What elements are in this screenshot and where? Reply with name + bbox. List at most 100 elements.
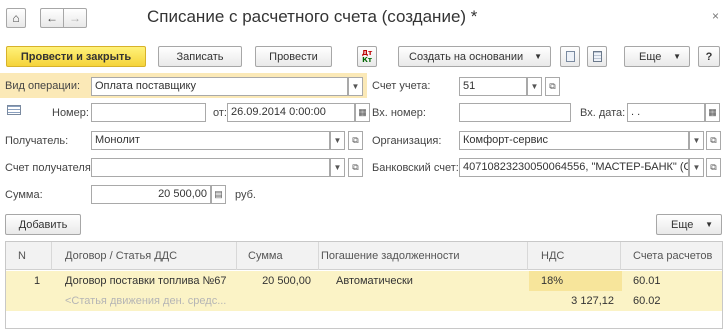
recipient-dropdown[interactable]: ▼	[330, 131, 345, 150]
open-icon: ⧉	[549, 81, 556, 91]
sum-label: Сумма:	[5, 189, 43, 201]
column-separator	[51, 242, 52, 270]
column-header-sum[interactable]: Сумма	[248, 250, 283, 262]
dt-kt-button[interactable]: Дт Кт	[357, 46, 377, 67]
bank-account-label: Банковский счет:	[372, 162, 459, 174]
recipient-label: Получатель:	[5, 135, 69, 147]
save-button[interactable]: Записать	[158, 46, 242, 67]
repayment-cell[interactable]: Автоматически	[336, 275, 413, 287]
open-icon: ⧉	[710, 162, 717, 172]
column-header-contract[interactable]: Договор / Статья ДДС	[65, 250, 177, 262]
page-title: Списание с расчетного счета (создание) *	[147, 7, 478, 26]
dt-kt-icon: Дт Кт	[361, 48, 373, 64]
arrow-right-icon: →	[69, 11, 81, 25]
column-header-accounts[interactable]: Счета расчетов	[633, 250, 712, 262]
help-button[interactable]: ?	[698, 46, 720, 67]
column-separator	[527, 242, 528, 270]
account-cell-2[interactable]: 60.02	[633, 295, 661, 307]
dropdown-arrow-icon: ▼	[333, 136, 342, 145]
calendar-icon: ▦	[708, 107, 717, 117]
calendar-icon: ▦	[358, 107, 367, 117]
column-separator	[236, 242, 237, 270]
dropdown-arrow-icon: ▼	[333, 163, 342, 172]
open-icon: ⧉	[352, 162, 359, 172]
number-field[interactable]	[91, 103, 206, 122]
cash-flow-item-cell[interactable]: <Статья движения ден. средс...	[65, 295, 226, 307]
close-icon[interactable]: ×	[712, 9, 719, 23]
calculator-button[interactable]: ▤	[211, 185, 226, 204]
dropdown-arrow-icon: ▼	[351, 82, 360, 91]
recipient-account-dropdown[interactable]: ▼	[330, 158, 345, 177]
currency-label: руб.	[235, 189, 256, 201]
payment-table: N Договор / Статья ДДС Сумма Погашение з…	[5, 241, 723, 329]
sum-field[interactable]: 20 500,00	[91, 185, 211, 204]
in-number-label: Вх. номер:	[372, 107, 426, 119]
account-open-button[interactable]: ⧉	[545, 77, 560, 96]
column-separator	[318, 242, 319, 270]
column-header-vat[interactable]: НДС	[541, 250, 564, 262]
more-label: Еще	[639, 50, 662, 63]
table-more-button[interactable]: Еще ▼	[656, 214, 722, 235]
forward-button[interactable]: →	[63, 8, 87, 28]
vat-rate-cell[interactable]: 18%	[541, 275, 563, 287]
account-dropdown[interactable]: ▼	[527, 77, 542, 96]
operation-label: Вид операции:	[5, 80, 81, 92]
bank-account-open-button[interactable]: ⧉	[706, 158, 721, 177]
dropdown-arrow-icon: ▼	[692, 136, 701, 145]
post-and-close-button[interactable]: Провести и закрыть	[6, 46, 146, 67]
date-field[interactable]: 26.09.2014 0:00:00	[227, 103, 355, 122]
bank-account-field[interactable]: 40710823230050064556, "МАСТЕР-БАНК" (ОАО…	[459, 158, 689, 177]
operation-field[interactable]: Оплата поставщику	[91, 77, 348, 96]
create-based-button[interactable]: Создать на основании ▼	[398, 46, 551, 67]
dropdown-arrow-icon: ▼	[530, 82, 539, 91]
column-header-repayment[interactable]: Погашение задолженности	[321, 250, 460, 262]
dropdown-arrow-icon: ▼	[692, 163, 701, 172]
in-date-field[interactable]: . .	[627, 103, 705, 122]
operation-dropdown[interactable]: ▼	[348, 77, 363, 96]
vat-amount-cell[interactable]: 3 127,12	[526, 295, 614, 307]
number-label: Номер:	[52, 107, 89, 119]
dropdown-arrow-icon: ▼	[673, 52, 681, 61]
account-label: Счет учета:	[372, 80, 431, 92]
document-number-icon	[7, 105, 21, 115]
open-icon: ⧉	[352, 135, 359, 145]
column-header-n[interactable]: N	[18, 250, 26, 262]
org-open-button[interactable]: ⧉	[706, 131, 721, 150]
recipient-account-label: Счет получателя:	[5, 162, 94, 174]
dropdown-arrow-icon: ▼	[534, 52, 542, 61]
column-separator	[620, 242, 621, 270]
open-icon: ⧉	[710, 135, 717, 145]
post-button[interactable]: Провести	[255, 46, 332, 67]
table-header: N Договор / Статья ДДС Сумма Погашение з…	[6, 242, 722, 270]
contract-cell[interactable]: Договор поставки топлива №67	[65, 275, 227, 287]
print-preview-button[interactable]	[560, 46, 580, 67]
account-cell[interactable]: 60.01	[633, 275, 661, 287]
org-field[interactable]: Комфорт-сервис	[459, 131, 689, 150]
in-date-calendar-button[interactable]: ▦	[705, 103, 720, 122]
org-label: Организация:	[372, 135, 442, 147]
row-number: 1	[34, 275, 41, 287]
home-icon: ⌂	[12, 11, 20, 25]
table-more-label: Еще	[671, 218, 694, 231]
in-number-field[interactable]	[459, 103, 571, 122]
back-button[interactable]: ←	[40, 8, 63, 28]
recipient-field[interactable]: Монолит	[91, 131, 330, 150]
account-field[interactable]: 51	[459, 77, 527, 96]
report-button[interactable]	[587, 46, 607, 67]
more-button[interactable]: Еще ▼	[624, 46, 690, 67]
recipient-open-button[interactable]: ⧉	[348, 131, 363, 150]
add-row-button[interactable]: Добавить	[5, 214, 81, 235]
date-calendar-button[interactable]: ▦	[355, 103, 370, 122]
sum-cell[interactable]: 20 500,00	[256, 275, 311, 287]
list-document-icon	[592, 51, 602, 62]
home-button[interactable]: ⌂	[6, 8, 26, 28]
bank-account-dropdown[interactable]: ▼	[689, 158, 704, 177]
recipient-account-field[interactable]	[91, 158, 330, 177]
arrow-left-icon: ←	[46, 11, 58, 25]
document-icon	[565, 51, 575, 62]
recipient-account-open-button[interactable]: ⧉	[348, 158, 363, 177]
dropdown-arrow-icon: ▼	[705, 220, 713, 229]
calculator-icon: ▤	[214, 189, 223, 199]
create-based-label: Создать на основании	[409, 50, 524, 63]
org-dropdown[interactable]: ▼	[689, 131, 704, 150]
